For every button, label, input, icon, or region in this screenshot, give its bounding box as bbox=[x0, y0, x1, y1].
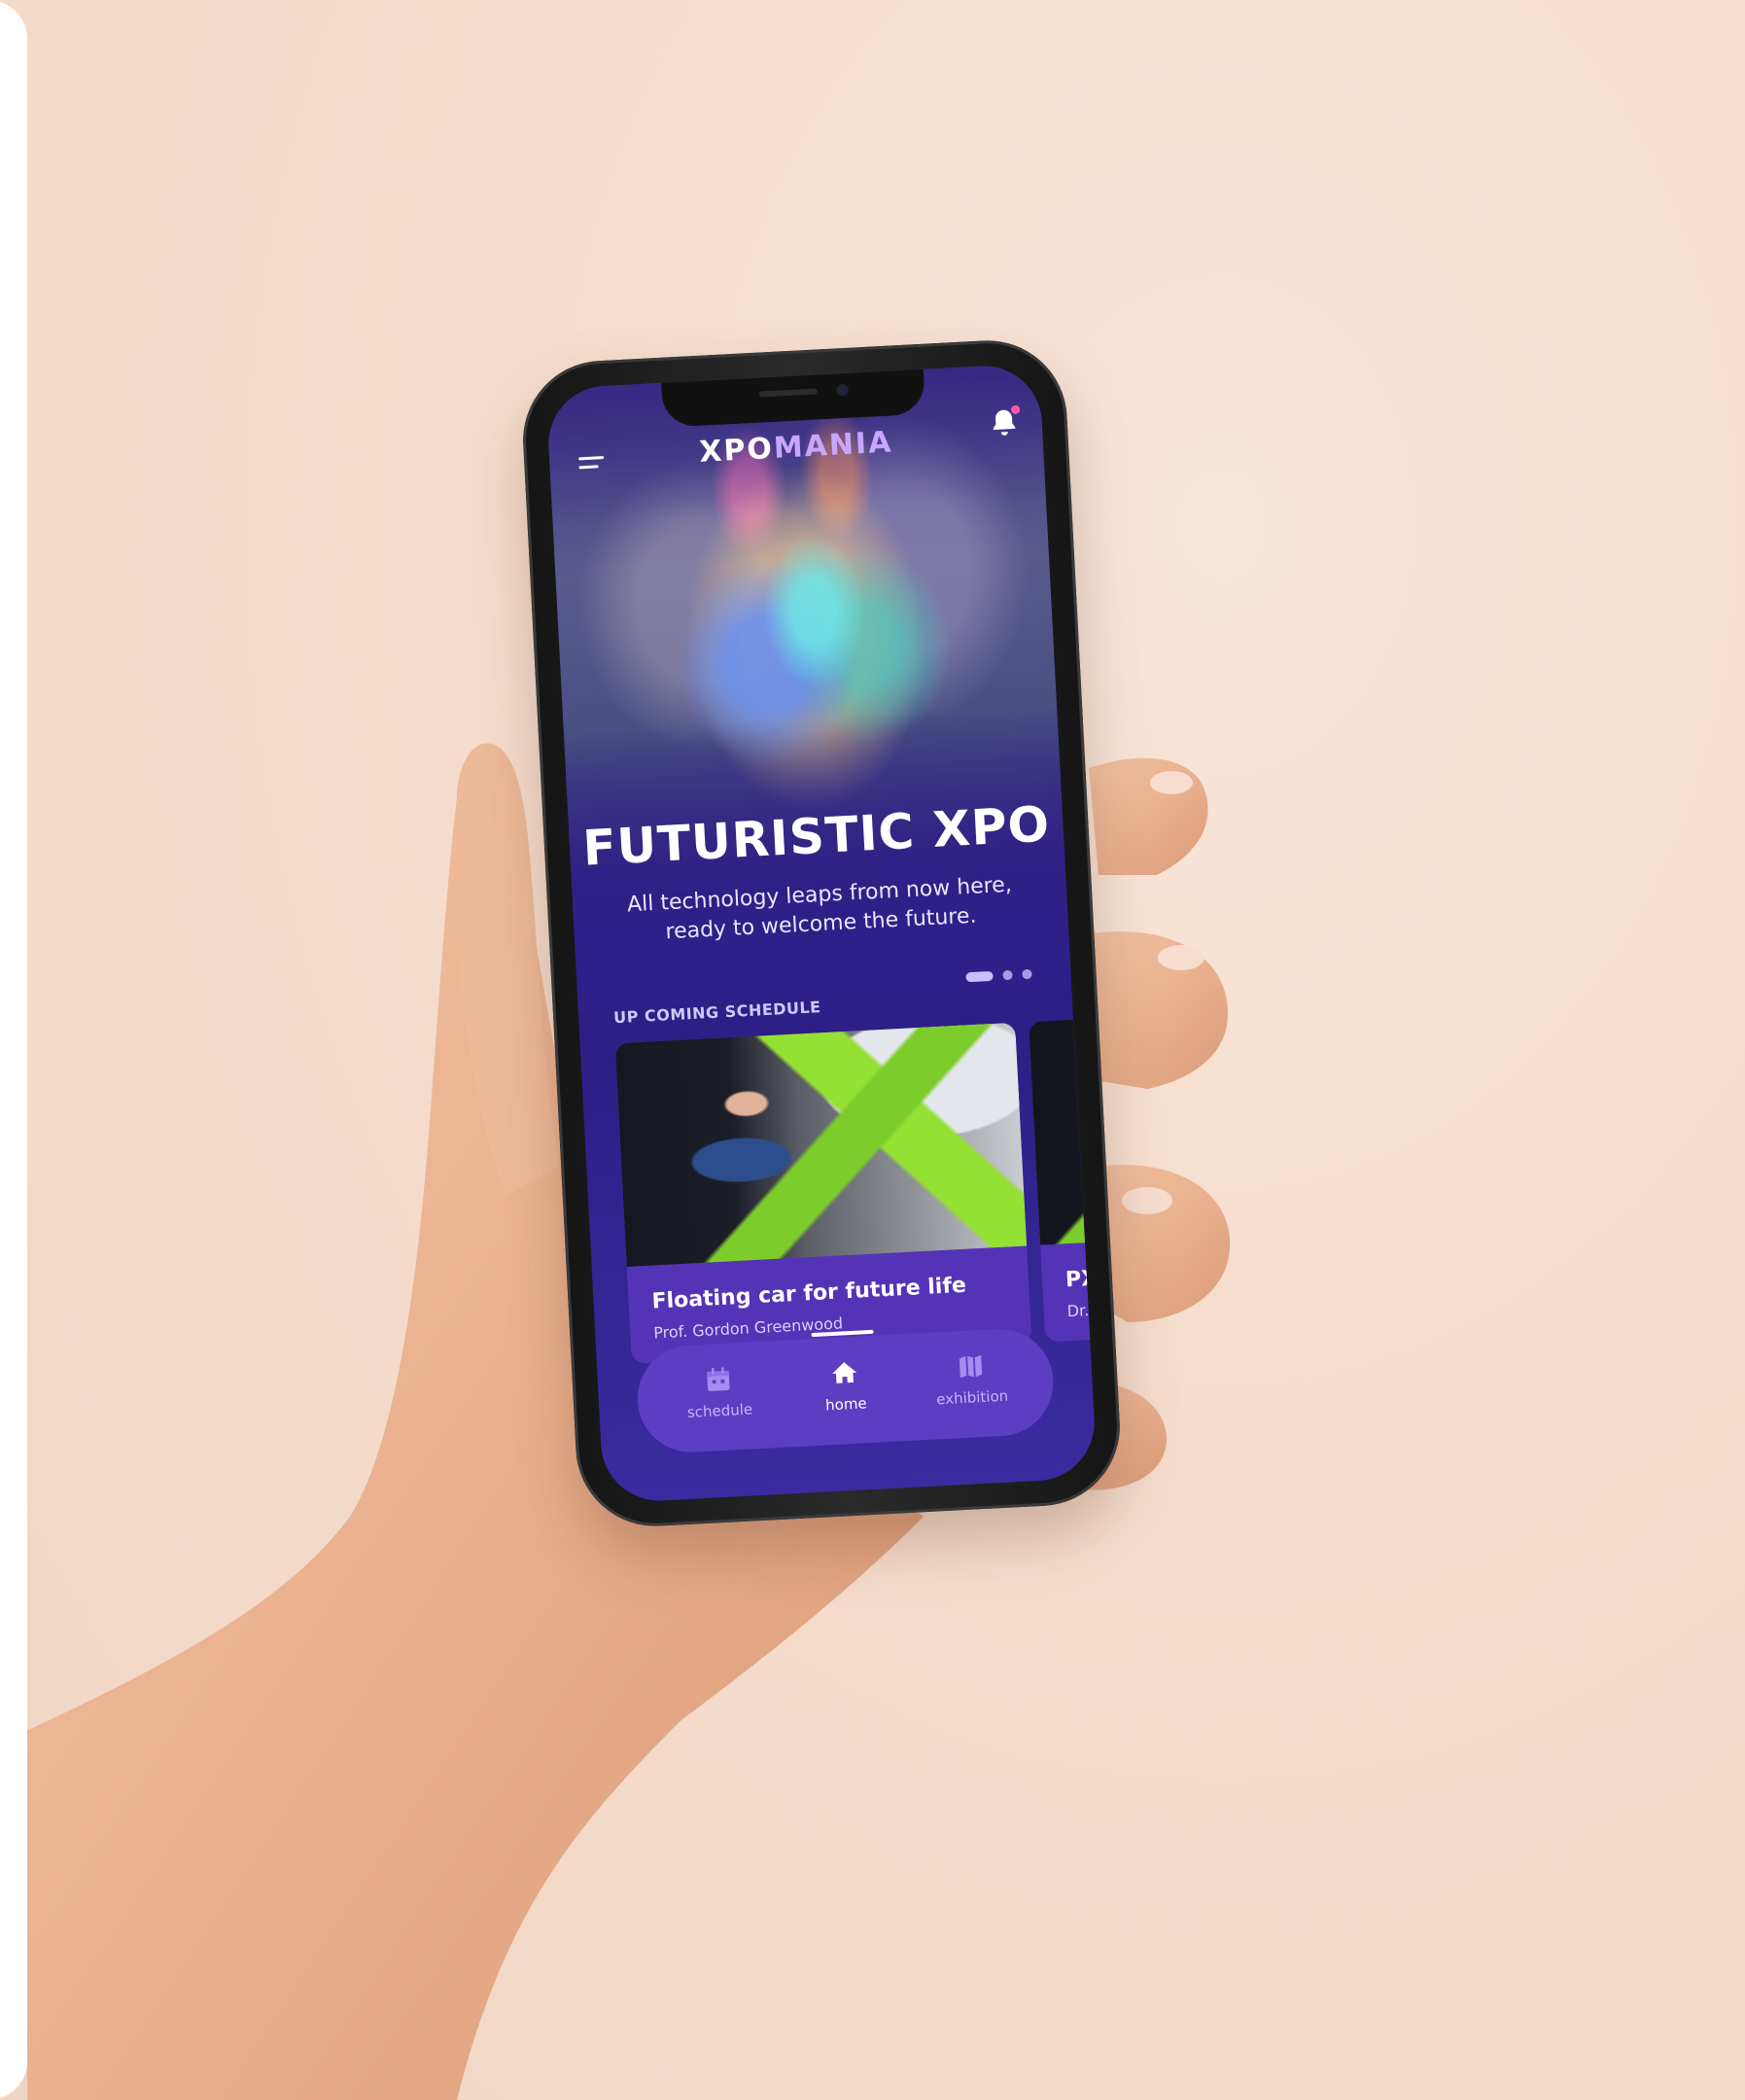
nav-item-exhibition[interactable]: exhibition bbox=[912, 1348, 1031, 1409]
earpiece bbox=[758, 388, 818, 398]
carousel-dot[interactable] bbox=[965, 970, 994, 983]
map-icon bbox=[959, 1354, 983, 1379]
event-photo bbox=[614, 1022, 1028, 1267]
calendar-icon bbox=[707, 1367, 730, 1391]
logo-part-1: XPO bbox=[698, 431, 775, 470]
nav-label: schedule bbox=[686, 1400, 753, 1421]
bottom-navigation: schedule home exhibition bbox=[635, 1326, 1057, 1455]
carousel-dot[interactable] bbox=[1022, 968, 1032, 980]
home-icon bbox=[832, 1362, 857, 1383]
front-camera bbox=[836, 383, 850, 397]
carousel-dot[interactable] bbox=[1002, 969, 1013, 981]
app-screen: XPOMANIA FUTURISTIC XPO All technology l… bbox=[545, 363, 1098, 1504]
nav-item-schedule[interactable]: schedule bbox=[659, 1362, 779, 1422]
logo-part-2: MANIA bbox=[772, 425, 894, 466]
schedule-carousel[interactable]: Floating car for future life Prof. Gordo… bbox=[614, 1000, 1098, 1364]
nav-label: home bbox=[824, 1394, 868, 1415]
nav-label: exhibition bbox=[935, 1386, 1009, 1409]
notification-bell-icon[interactable] bbox=[987, 404, 1022, 440]
event-title: Floating car for future life bbox=[650, 1273, 967, 1314]
side-panel bbox=[0, 0, 27, 2100]
phone: XPOMANIA FUTURISTIC XPO All technology l… bbox=[518, 336, 1125, 1530]
nav-item-home[interactable]: home bbox=[785, 1355, 905, 1416]
schedule-card[interactable]: Floating car for future life Prof. Gordo… bbox=[614, 1022, 1032, 1364]
